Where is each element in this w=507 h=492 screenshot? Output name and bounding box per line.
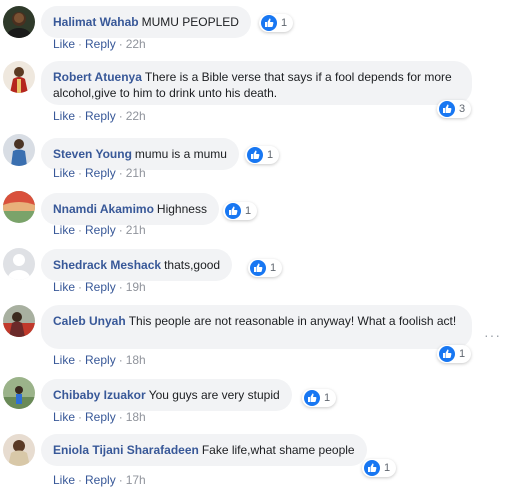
avatar[interactable] [3, 6, 35, 38]
reaction-number: 1 [384, 462, 391, 474]
reply-link[interactable]: Reply [85, 280, 116, 294]
comment-item: Nnamdi Akamimo Highness 1 Like · Reply · 21h [0, 191, 507, 239]
reaction-count[interactable]: 1 [259, 14, 294, 32]
reaction-count[interactable]: 1 [223, 202, 258, 220]
comment-text: MUMU PEOPLED [141, 15, 239, 29]
thumbs-up-icon [250, 260, 266, 276]
comment-bubble: Shedrack Meshack thats,good [41, 249, 233, 281]
thumbs-up-icon [364, 460, 380, 476]
avatar[interactable] [3, 248, 35, 280]
reply-link[interactable]: Reply [85, 353, 116, 367]
thumbs-up-icon [439, 346, 455, 362]
reaction-number: 1 [267, 149, 274, 161]
like-link[interactable]: Like [53, 473, 75, 487]
thumbs-up-icon [261, 15, 277, 31]
comment-actions: Like · Reply · 21h [53, 166, 146, 180]
comment-author[interactable]: Nnamdi Akamimo [53, 202, 154, 216]
comment-author[interactable]: Eniola Tijani Sharafadeen [53, 443, 199, 457]
reaction-number: 1 [324, 392, 331, 404]
comment-text: This people are not reasonable in anyway… [128, 314, 457, 328]
comment-author[interactable]: Halimat Wahab [53, 15, 139, 29]
avatar[interactable] [3, 191, 35, 223]
reaction-number: 1 [245, 205, 252, 217]
reaction-number: 3 [459, 103, 466, 115]
comment-text: You guys are very stupid [148, 388, 280, 402]
thumbs-up-icon [225, 203, 241, 219]
comment-bubble: Chibaby Izuakor You guys are very stupid [41, 379, 292, 411]
like-link[interactable]: Like [53, 109, 75, 123]
comment-actions: Like · Reply · 22h [53, 37, 146, 51]
comment-bubble: Eniola Tijani Sharafadeen Fake life,what … [41, 434, 367, 466]
reaction-number: 1 [270, 262, 277, 274]
comment-time[interactable]: 21h [126, 166, 146, 180]
comment-item: Caleb Unyah This people are not reasonabl… [0, 305, 507, 369]
like-link[interactable]: Like [53, 280, 75, 294]
thumbs-up-icon [439, 101, 455, 117]
reply-link[interactable]: Reply [85, 37, 116, 51]
comment-text: Fake life,what shame people [201, 443, 355, 457]
reaction-count[interactable]: 3 [437, 100, 472, 118]
like-link[interactable]: Like [53, 223, 75, 237]
comment-item: Steven Young mumu is a mumu 1 Like · Reply ·… [0, 134, 507, 182]
comment-time[interactable]: 22h [126, 109, 146, 123]
comment-author[interactable]: Robert Atuenya [53, 70, 142, 84]
comment-bubble: Robert Atuenya There is a Bible verse tha… [41, 61, 472, 105]
more-options-icon[interactable]: ··· [484, 328, 501, 342]
avatar[interactable] [3, 134, 35, 166]
comment-author[interactable]: Steven Young [53, 147, 132, 161]
avatar[interactable] [3, 61, 35, 93]
reaction-count[interactable]: 1 [362, 459, 397, 477]
like-link[interactable]: Like [53, 353, 75, 367]
comment-actions: Like · Reply · 19h [53, 280, 146, 294]
comment-item: Eniola Tijani Sharafadeen Fake life,what … [0, 434, 507, 488]
like-link[interactable]: Like [53, 410, 75, 424]
reply-link[interactable]: Reply [85, 473, 116, 487]
comment-item: Shedrack Meshack thats,good 1 Like · Reply ·… [0, 248, 507, 296]
comment-bubble: Caleb Unyah This people are not reasonabl… [41, 305, 472, 349]
reply-link[interactable]: Reply [85, 223, 116, 237]
comment-text: mumu is a mumu [134, 147, 227, 161]
thumbs-up-icon [304, 390, 320, 406]
comment-actions: Like · Reply · 22h [53, 109, 146, 123]
comment-bubble: Nnamdi Akamimo Highness [41, 193, 219, 225]
comment-time[interactable]: 21h [126, 223, 146, 237]
comment-text: Highness [156, 202, 207, 216]
comment-author[interactable]: Caleb Unyah [53, 314, 126, 328]
avatar[interactable] [3, 377, 35, 409]
comment-time[interactable]: 22h [126, 37, 146, 51]
comment-time[interactable]: 18h [126, 353, 146, 367]
comment-actions: Like · Reply · 18h [53, 410, 146, 424]
comment-text: thats,good [164, 258, 221, 272]
like-link[interactable]: Like [53, 37, 75, 51]
reply-link[interactable]: Reply [85, 410, 116, 424]
comment-item: Halimat Wahab MUMU PEOPLED 1 Like · Reply · 2… [0, 6, 507, 52]
reaction-count[interactable]: 1 [302, 389, 337, 407]
reaction-count[interactable]: 1 [248, 259, 283, 277]
reaction-count[interactable]: 1 [245, 146, 280, 164]
comment-time[interactable]: 18h [126, 410, 146, 424]
comment-time[interactable]: 19h [126, 280, 146, 294]
comment-author[interactable]: Shedrack Meshack [53, 258, 161, 272]
comment-actions: Like · Reply · 17h [53, 473, 146, 487]
reaction-count[interactable]: 1 [437, 345, 472, 363]
comment-time[interactable]: 17h [126, 473, 146, 487]
reply-link[interactable]: Reply [85, 109, 116, 123]
comment-actions: Like · Reply · 18h [53, 353, 146, 367]
like-link[interactable]: Like [53, 166, 75, 180]
avatar[interactable] [3, 434, 35, 466]
thumbs-up-icon [247, 147, 263, 163]
reaction-number: 1 [281, 17, 288, 29]
comment-item: Robert Atuenya There is a Bible verse tha… [0, 61, 507, 125]
comment-bubble: Halimat Wahab MUMU PEOPLED [41, 6, 251, 38]
comment-actions: Like · Reply · 21h [53, 223, 146, 237]
reply-link[interactable]: Reply [85, 166, 116, 180]
reaction-number: 1 [459, 348, 466, 360]
comment-item: Chibaby Izuakor You guys are very stupid … [0, 377, 507, 425]
comment-author[interactable]: Chibaby Izuakor [53, 388, 146, 402]
avatar[interactable] [3, 305, 35, 337]
